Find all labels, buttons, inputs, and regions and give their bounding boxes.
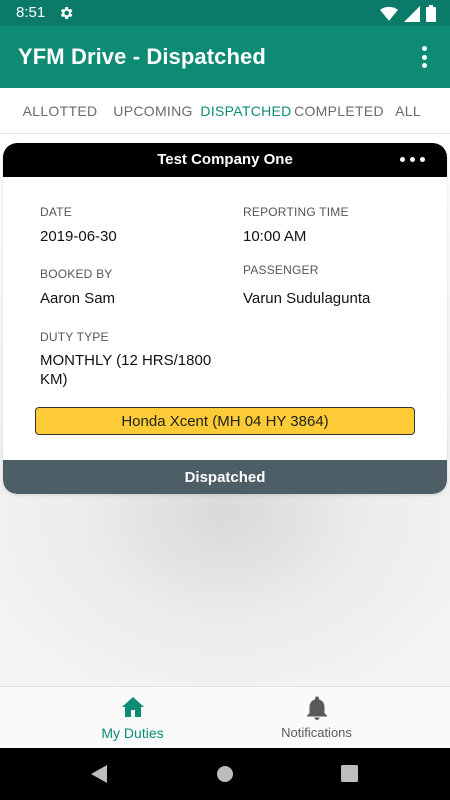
tab-dispatched[interactable]: DISPATCHED	[200, 88, 292, 134]
bell-icon	[306, 696, 327, 720]
tab-allotted[interactable]: ALLOTTED	[14, 88, 106, 134]
more-horizontal-icon[interactable]	[400, 157, 425, 162]
status-time: 8:51	[16, 4, 46, 21]
settings-icon	[60, 7, 73, 19]
status-badge: Dispatched	[3, 460, 447, 494]
back-icon[interactable]	[90, 764, 108, 784]
battery-icon	[426, 5, 436, 22]
list-background	[0, 494, 450, 686]
app-bar: YFM Drive - Dispatched	[0, 26, 450, 88]
company-name: Test Company One	[157, 151, 293, 168]
passenger-label: PASSENGER	[243, 263, 319, 277]
card-header: Test Company One	[3, 143, 447, 177]
more-vertical-icon[interactable]	[412, 44, 436, 70]
duty-list[interactable]: Test Company One DATE 2019-06-30 REPORTI…	[0, 134, 450, 686]
booked-by-value: Aaron Sam	[40, 290, 116, 307]
nav-notifications-label: Notifications	[281, 725, 352, 740]
home-icon	[121, 697, 144, 717]
nav-notifications[interactable]: Notifications	[204, 687, 429, 749]
status-icons	[380, 5, 436, 22]
date-label: DATE	[40, 205, 72, 219]
vehicle-tag: Honda Xcent (MH 04 HY 3864)	[35, 407, 415, 435]
home-button-icon[interactable]	[216, 765, 234, 783]
recents-icon[interactable]	[341, 765, 358, 782]
bottom-navigation: My Duties Notifications	[0, 686, 450, 748]
duty-card[interactable]: Test Company One DATE 2019-06-30 REPORTI…	[3, 143, 447, 494]
tab-bar: ALLOTTED UPCOMING DISPATCHED COMPLETED A…	[0, 88, 450, 134]
status-bar: 8:51	[0, 0, 450, 26]
signal-icon	[404, 5, 420, 22]
reporting-time-label: REPORTING TIME	[243, 205, 349, 219]
reporting-time-value: 10:00 AM	[243, 228, 307, 245]
tab-all[interactable]: ALL	[386, 88, 430, 134]
duty-type-label: DUTY TYPE	[40, 330, 109, 344]
tab-completed[interactable]: COMPLETED	[294, 88, 384, 134]
page-title: YFM Drive - Dispatched	[18, 44, 266, 69]
tab-upcoming[interactable]: UPCOMING	[108, 88, 198, 134]
booked-by-label: BOOKED BY	[40, 267, 113, 281]
duty-type-value: MONTHLY (12 HRS/1800 KM)	[40, 352, 212, 388]
system-navigation-bar	[0, 748, 450, 800]
passenger-value: Varun Sudulagunta	[243, 290, 371, 307]
date-value: 2019-06-30	[40, 228, 117, 245]
wifi-icon	[380, 6, 398, 21]
